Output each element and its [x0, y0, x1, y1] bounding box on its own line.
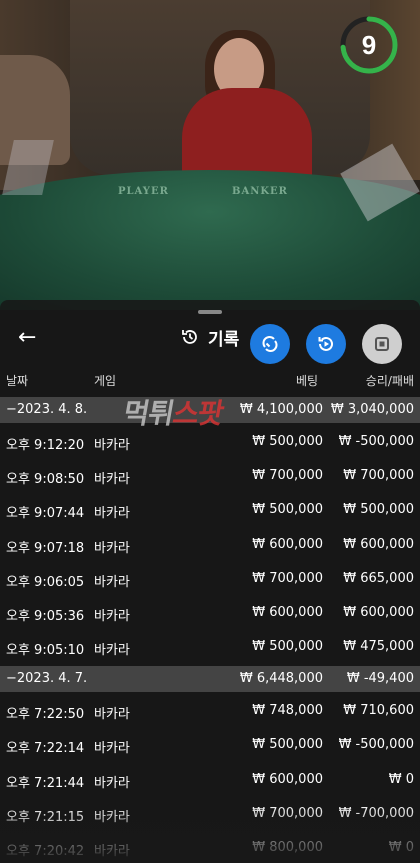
row-bet: ₩ 4,100,000 — [239, 402, 323, 417]
history-row: 오후 9:08:50 바카라 ₩ 700,000 ₩ 700,000 — [0, 461, 420, 491]
row-bet: ₩ 500,000 — [252, 737, 323, 753]
row-time: 오후 9:07:44 — [6, 506, 85, 522]
watermark-text-b: 스팟 — [170, 397, 226, 430]
row-time: 오후 9:12:20 — [6, 438, 85, 454]
drag-handle[interactable] — [198, 310, 222, 314]
history-panel: ← 기록 날짜 게임 베팅 승리/패배 −2023. 4. 8. ₩ 4,100… — [0, 300, 420, 863]
row-result: ₩ 665,000 — [343, 570, 414, 586]
row-result: ₩ 710,600 — [343, 703, 414, 719]
live-video: PLAYER BANKER 9 — [0, 0, 420, 310]
history-row: 오후 7:22:14 바카라 ₩ 500,000 ₩ -500,000 — [0, 730, 420, 760]
row-game: 바카라 — [94, 574, 130, 590]
header-game: 게임 — [94, 374, 117, 388]
row-time: 오후 9:06:05 — [6, 574, 85, 590]
history-icon — [182, 330, 197, 344]
row-result: ₩ 700,000 — [343, 468, 414, 484]
row-bet: ₩ 6,448,000 — [239, 671, 323, 687]
history-list: −2023. 4. 8. ₩ 4,100,000 ₩ 3,040,000 오후 9:1… — [0, 396, 420, 863]
row-result: ₩ -500,000 — [338, 737, 414, 753]
row-time: 오후 9:07:18 — [6, 540, 85, 556]
row-game: 바카라 — [94, 775, 130, 791]
history-row: 오후 7:21:44 바카라 ₩ 600,000 ₩ 0 — [0, 765, 420, 795]
table-label-banker: BANKER — [232, 186, 288, 197]
row-game: 바카라 — [94, 642, 130, 658]
row-time: 오후 9:05:36 — [6, 608, 85, 624]
row-bet: ₩ 600,000 — [252, 604, 323, 620]
history-row: 오후 9:05:36 바카라 ₩ 600,000 ₩ 600,000 — [0, 598, 420, 628]
history-row: 오후 9:07:44 바카라 ₩ 500,000 ₩ 500,000 — [0, 495, 420, 525]
row-time: 오후 7:22:50 — [6, 707, 85, 723]
header-result: 승리/패배 — [365, 374, 414, 388]
column-headers: 날짜 게임 베팅 승리/패배 — [0, 370, 420, 392]
row-result: ₩ 500,000 — [343, 502, 414, 518]
row-result: ₩ -500,000 — [338, 434, 414, 450]
row-game: 바카라 — [94, 506, 130, 522]
row-time: −2023. 4. 8. — [6, 402, 88, 417]
title-text: 기록 — [208, 329, 240, 350]
row-result: ₩ -49,400 — [346, 671, 414, 687]
history-row: 오후 7:22:50 바카라 ₩ 748,000 ₩ 710,600 — [0, 696, 420, 726]
row-game: 바카라 — [94, 707, 130, 723]
table-label-player: PLAYER — [118, 186, 169, 197]
row-result: ₩ 475,000 — [343, 638, 414, 654]
row-game: 바카라 — [94, 741, 130, 757]
row-bet: ₩ 600,000 — [252, 536, 323, 552]
list-fade — [0, 803, 420, 863]
row-time: 오후 9:08:50 — [6, 472, 85, 488]
row-result: ₩ 600,000 — [343, 536, 414, 552]
row-game: 바카라 — [94, 540, 130, 556]
watermark-logo: 먹튀스팟 — [120, 392, 226, 432]
app-root: PLAYER BANKER 9 ← 기록 날짜 게임 베팅 승리/패배 −202… — [0, 0, 420, 863]
row-time: 오후 7:22:14 — [6, 741, 85, 757]
history-row: 오후 9:07:18 바카라 ₩ 600,000 ₩ 600,000 — [0, 530, 420, 560]
swap-button[interactable] — [250, 324, 290, 364]
replay-button[interactable] — [306, 324, 346, 364]
replay-icon — [318, 336, 333, 351]
stop-button[interactable] — [362, 324, 402, 364]
row-time: 오후 9:05:10 — [6, 642, 85, 658]
header-date: 날짜 — [6, 374, 29, 388]
back-arrow-icon[interactable]: ← — [18, 326, 46, 350]
row-result: ₩ 600,000 — [343, 604, 414, 620]
row-time: −2023. 4. 7. — [6, 671, 88, 687]
watermark-text-a: 먹튀 — [120, 397, 177, 430]
swap-icon — [262, 336, 278, 352]
row-game: 바카라 — [94, 438, 130, 454]
row-result: ₩ 3,040,000 — [330, 402, 414, 417]
row-bet: ₩ 748,000 — [252, 703, 323, 719]
row-bet: ₩ 700,000 — [252, 468, 323, 484]
countdown-timer: 9 — [361, 29, 377, 60]
row-bet: ₩ 500,000 — [252, 434, 323, 450]
row-game: 바카라 — [94, 472, 130, 488]
date-group-row[interactable]: −2023. 4. 7. ₩ 6,448,000 ₩ -49,400 — [0, 666, 420, 693]
header-bet: 베팅 — [296, 374, 319, 388]
row-bet: ₩ 500,000 — [252, 502, 323, 518]
history-row: 오후 9:06:05 바카라 ₩ 700,000 ₩ 665,000 — [0, 564, 420, 594]
row-time: 오후 7:21:44 — [6, 775, 85, 791]
row-game: 바카라 — [94, 608, 130, 624]
row-bet: ₩ 500,000 — [252, 638, 323, 654]
row-bet: ₩ 700,000 — [252, 570, 323, 586]
stop-icon — [375, 337, 389, 351]
row-bet: ₩ 600,000 — [252, 771, 323, 787]
history-row: 오후 9:05:10 바카라 ₩ 500,000 ₩ 475,000 — [0, 632, 420, 662]
panel-title: 기록 — [180, 324, 239, 350]
row-result: ₩ 0 — [388, 771, 414, 787]
